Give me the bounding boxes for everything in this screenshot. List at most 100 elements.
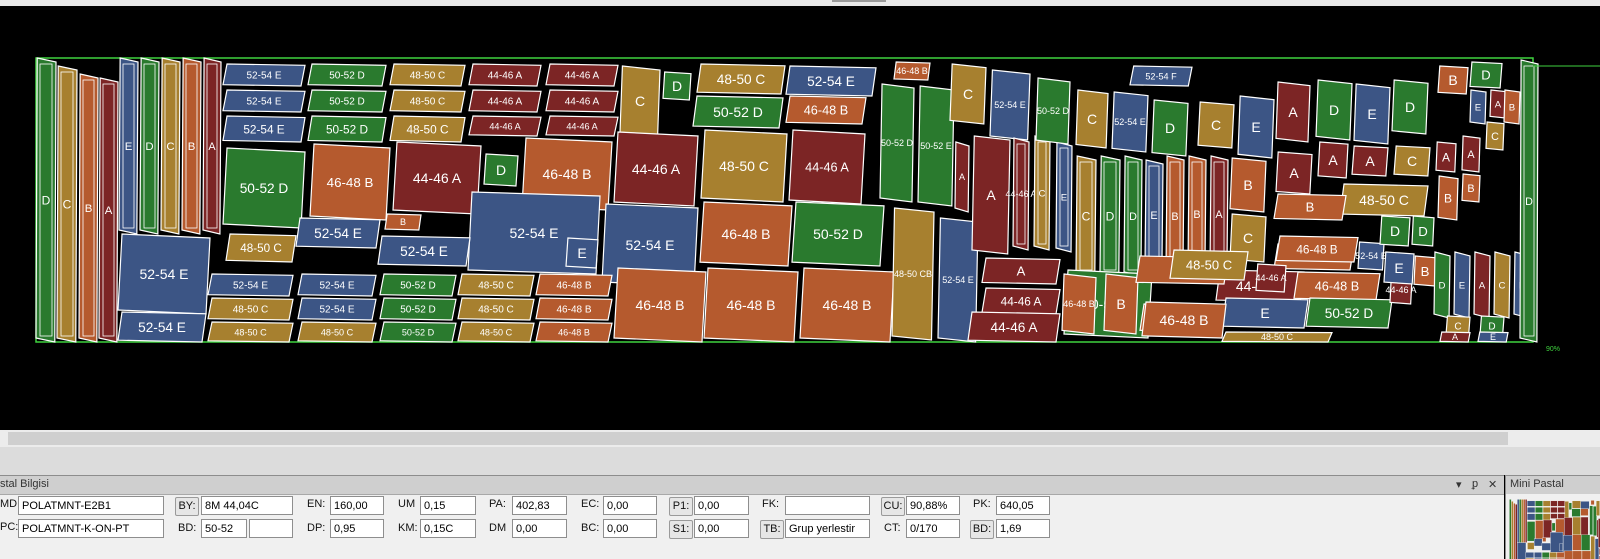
marker-piece[interactable]: 52-54 E <box>989 69 1031 141</box>
marker-piece[interactable]: A <box>202 57 222 235</box>
marker-piece[interactable]: 44-46 A <box>788 129 866 205</box>
marker-piece[interactable]: B <box>181 57 202 235</box>
marker-piece[interactable]: C <box>1075 155 1097 277</box>
marker-piece[interactable]: 48-50 C <box>1339 183 1429 217</box>
marker-piece[interactable]: E <box>118 57 139 235</box>
marker-piece[interactable]: A <box>981 257 1061 285</box>
by-field[interactable]: 8M 44,04C <box>201 496 293 515</box>
pk-field[interactable]: 640,05 <box>996 496 1050 515</box>
marker-piece[interactable]: E <box>565 237 599 269</box>
s1-button[interactable]: S1: <box>669 520 693 539</box>
marker-piece[interactable]: 44-46 A <box>545 115 619 137</box>
marker-piece[interactable]: C <box>1485 121 1505 151</box>
marker-piece[interactable]: 48-50 C <box>1169 249 1249 281</box>
marker-piece[interactable]: E <box>1237 95 1275 159</box>
marker-piece[interactable]: 44-46 A <box>545 89 619 113</box>
marker-piece[interactable]: 50-52 E <box>917 85 955 207</box>
marker-piece[interactable]: 44-46 A <box>613 131 699 207</box>
marker-piece[interactable]: D <box>1379 215 1411 247</box>
marker-piece[interactable]: 48-50 C <box>457 321 535 343</box>
marker-piece[interactable]: B <box>1461 173 1481 203</box>
marker-piece[interactable]: 48-50 C <box>700 129 788 203</box>
marker-piece[interactable]: B <box>1437 65 1469 95</box>
marker-piece[interactable]: 50-52 D <box>1305 297 1393 329</box>
marker-piece[interactable]: 52-54 E <box>377 235 471 267</box>
marker-piece[interactable]: 52-54 E <box>1355 241 1387 271</box>
marker-piece[interactable]: 52-54 E <box>295 217 381 249</box>
marker-piece[interactable]: 44-46 A <box>1255 263 1287 293</box>
marker-piece[interactable]: 48-50 C <box>207 321 294 343</box>
bd2-field[interactable]: 1,69 <box>996 519 1050 538</box>
marker-piece[interactable]: 44-46 A <box>468 115 542 137</box>
marker-piece[interactable]: 52-54 E <box>785 65 877 97</box>
marker-piece[interactable]: 52-54 E <box>1111 91 1149 153</box>
marker-piece[interactable]: 52-54 E <box>117 233 211 315</box>
marker-piece[interactable]: A <box>1275 151 1313 195</box>
marker-piece[interactable]: 46-48 B <box>535 321 613 343</box>
marker-piece[interactable]: 52-54 E <box>207 273 294 297</box>
marker-piece[interactable]: 48-50 C <box>207 297 294 321</box>
um-field[interactable]: 0,15 <box>420 496 476 515</box>
marker-piece[interactable]: 48-50 C <box>225 233 297 263</box>
marker-piece[interactable]: E <box>1055 141 1073 253</box>
marker-piece[interactable]: E <box>1477 331 1509 343</box>
panel-splitter[interactable] <box>0 447 1600 475</box>
marker-piece[interactable]: 50-52 D <box>879 83 915 203</box>
tb-button[interactable]: TB: <box>760 520 784 539</box>
marker-layout[interactable]: D C B AE D C B A52-54 E52-54 E52-54 E50-52 D50-… <box>0 6 1600 430</box>
marker-piece[interactable]: A <box>1275 81 1311 143</box>
marker-piece[interactable]: C <box>1493 251 1511 319</box>
marker-piece[interactable]: C <box>1393 145 1431 177</box>
marker-piece[interactable]: 50-52 D <box>379 321 457 343</box>
marker-piece[interactable]: 52-54 F <box>1129 65 1193 87</box>
marker-piece[interactable]: 44-46 A <box>468 89 542 113</box>
marker-piece[interactable]: 50-52 D <box>379 297 457 321</box>
bd-extra-field[interactable] <box>249 519 293 538</box>
marker-piece[interactable]: A <box>1461 135 1481 173</box>
marker-piece[interactable]: A <box>98 77 119 343</box>
s1-field[interactable]: 0,00 <box>694 519 749 538</box>
marker-piece[interactable]: B <box>1413 255 1437 287</box>
panel-close-icon[interactable]: ✕ <box>1488 478 1497 491</box>
cu-button[interactable]: CU: <box>881 497 905 516</box>
marker-piece[interactable]: A <box>1489 89 1507 119</box>
marker-piece[interactable]: 48-50 C <box>1221 331 1333 343</box>
marker-piece[interactable]: 48-50 C <box>457 297 535 321</box>
marker-piece[interactable]: 46-48 B <box>703 267 799 343</box>
fk-field[interactable] <box>785 496 870 515</box>
marker-piece[interactable]: 52-54 E <box>222 115 306 143</box>
marker-piece[interactable]: A <box>1473 251 1491 319</box>
marker-piece[interactable]: 46-48 B <box>799 267 895 343</box>
marker-piece[interactable]: 52-54 E <box>222 63 306 87</box>
marker-piece[interactable]: 50-52 D <box>307 115 387 143</box>
marker-canvas[interactable]: D C B A E D C B A 52-54 E 52-54 E 52-54 E 50-52 D 50-… <box>0 6 1600 430</box>
marker-piece[interactable]: D <box>1391 79 1429 135</box>
p1-field[interactable]: 0,00 <box>694 496 749 515</box>
marker-piece[interactable]: 48-50 C <box>696 63 786 95</box>
marker-piece[interactable]: 52-54 E <box>297 297 377 321</box>
marker-piece[interactable]: 50-52 D <box>379 273 457 297</box>
marker-piece[interactable]: C <box>949 63 987 125</box>
pc-field[interactable]: POLATMNT-K-ON-PT <box>18 519 164 538</box>
marker-piece[interactable]: 44-46 A <box>967 311 1061 343</box>
marker-piece[interactable]: D <box>483 153 519 187</box>
marker-piece[interactable]: 46-48 B <box>893 61 931 81</box>
marker-piece[interactable]: D <box>1433 251 1451 319</box>
marker-piece[interactable]: 52-54 E <box>222 89 306 113</box>
marker-piece[interactable]: 48-50 C <box>389 115 466 143</box>
marker-piece[interactable]: A <box>1435 141 1457 173</box>
marker-piece[interactable]: 46-48 B <box>309 143 391 221</box>
marker-piece[interactable]: 50-52 D <box>1035 77 1071 145</box>
dm-field[interactable]: 0,00 <box>512 519 567 538</box>
marker-piece[interactable]: E <box>1221 297 1309 329</box>
marker-piece[interactable]: 50-52 D <box>307 89 387 113</box>
marker-piece[interactable]: 46-48 B <box>699 201 793 267</box>
ec-field[interactable]: 0,00 <box>603 496 657 515</box>
marker-piece[interactable]: C <box>619 65 661 137</box>
marker-piece[interactable]: B <box>1103 273 1139 335</box>
en-field[interactable]: 160,00 <box>330 496 384 515</box>
marker-piece[interactable]: 44-46 A <box>981 287 1061 315</box>
dp-field[interactable]: 0,95 <box>330 519 384 538</box>
marker-piece[interactable]: B <box>78 73 99 343</box>
marker-piece[interactable]: 50-52 D <box>791 201 885 267</box>
